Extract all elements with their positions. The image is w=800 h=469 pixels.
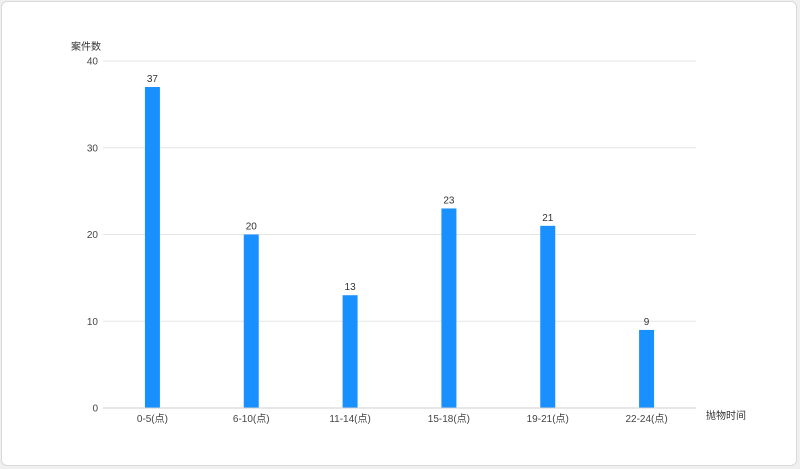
bar: [639, 329, 655, 408]
x-axis-title: 抛物时间: [706, 409, 746, 422]
x-tick-label: 0-5(点): [137, 413, 168, 425]
x-tick-label: 19-21(点): [527, 413, 569, 425]
x-tick-label: 6-10(点): [233, 413, 270, 425]
bar: [342, 295, 358, 408]
y-tick-label: 30: [87, 143, 99, 154]
y-axis-ticks: 0 10 20 30 40: [87, 57, 99, 415]
bar-value-labels: 37 20 13 23 21 9: [147, 74, 650, 328]
y-axis-title: 案件数: [71, 40, 101, 53]
bar-value-label: 23: [443, 195, 455, 206]
bar-chart: 0 10 20 30 40 37 20 13 23 21 9 0-5(点) 6-10(点) 11-14…: [71, 40, 746, 425]
y-tick-label: 40: [87, 57, 99, 68]
bar-value-label: 21: [542, 213, 554, 224]
x-tick-label: 11-14(点): [329, 413, 371, 425]
x-axis-ticks: 0-5(点) 6-10(点) 11-14(点) 15-18(点) 19-21(点) 22-…: [137, 413, 668, 425]
bar: [540, 225, 556, 408]
bar-value-label: 9: [644, 317, 650, 328]
bar-value-label: 37: [147, 74, 159, 85]
y-tick-label: 0: [92, 404, 98, 415]
x-tick-label: 15-18(点): [428, 413, 470, 425]
bar: [144, 87, 160, 409]
bar: [441, 208, 457, 408]
bar-value-label: 20: [246, 222, 258, 233]
y-tick-label: 20: [87, 230, 99, 241]
bar-value-label: 13: [345, 282, 357, 293]
bars: [144, 87, 655, 409]
grid-lines: [103, 60, 696, 322]
y-tick-label: 10: [87, 317, 99, 328]
x-tick-label: 22-24(点): [625, 413, 667, 425]
bar: [243, 234, 259, 408]
